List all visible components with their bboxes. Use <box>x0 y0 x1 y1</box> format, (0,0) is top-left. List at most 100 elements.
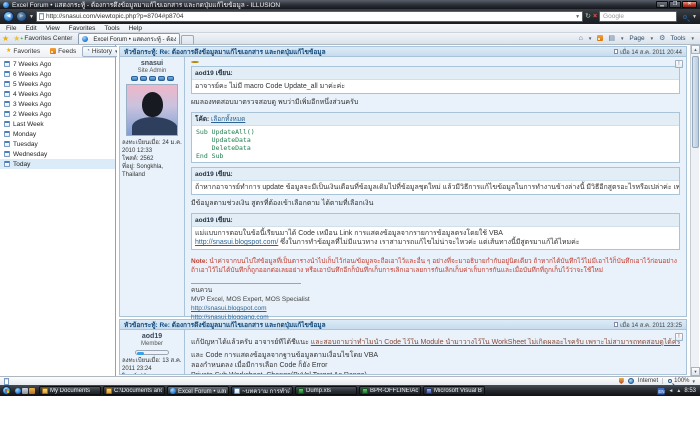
restore-button[interactable]: ❐ <box>669 1 681 8</box>
start-button[interactable] <box>2 386 11 395</box>
address-dropdown-icon[interactable]: ▼ <box>575 14 580 20</box>
calendar-icon <box>4 81 10 87</box>
page-caret-icon[interactable]: ▼ <box>650 36 654 41</box>
menu-edit[interactable]: Edit <box>25 25 36 32</box>
taskbar-button[interactable]: BPR-OFFLINE\Actua... <box>359 386 421 395</box>
search-options-caret-icon[interactable]: ▼ <box>692 14 697 20</box>
inline-link[interactable]: และสอบถามว่าทำไมนำ Code ไว้ใน Module นำม… <box>311 339 680 346</box>
favorites-center-header: ★ Favorites Feeds ◔ History ▼ ✕ <box>0 45 115 58</box>
author-username[interactable]: snasui <box>141 60 163 67</box>
post-time: เมื่อ 14 ส.ค. 2011 23:25 <box>620 320 682 330</box>
subject-label: หัวข้อกระทู้: <box>124 322 158 329</box>
author-registered: ลงทะเบียนเมื่อ: 24 ม.ค. 2010 12:33 <box>122 140 182 154</box>
search-input[interactable]: Google <box>603 13 624 20</box>
author-username[interactable]: aod19 <box>142 333 162 340</box>
menu-help[interactable]: Help <box>129 25 142 32</box>
favorites-center-icon[interactable]: ★ <box>0 34 11 44</box>
address-bar[interactable]: http://snasui.com/viewtopic.php?p=8704#p… <box>36 11 583 22</box>
refresh-icon[interactable]: ↻ <box>585 11 591 22</box>
post-line: Private Sub Worksheet_Change(ByVal Targe… <box>191 371 680 375</box>
report-post-icon[interactable]: ! <box>675 333 683 341</box>
taskbar-button[interactable]: Microsoft Visual Bas... <box>423 386 485 395</box>
post-2-author-panel: aod19 Member ลงทะเบียนเมื่อ: 13 ส.ค. 201… <box>120 330 184 375</box>
ie-icon <box>170 388 176 394</box>
page-menu-button[interactable]: Page <box>629 35 644 42</box>
taskbar-button[interactable]: ~บทความ การทำเงิน... <box>231 386 293 395</box>
history-item[interactable]: 2 Weeks Ago <box>0 109 115 119</box>
search-icon[interactable] <box>683 15 687 19</box>
quote-block: aod19 เขียน: อาจารย์คะ ไม่มี macro Code … <box>191 66 680 94</box>
home-icon[interactable]: ⌂ <box>579 35 583 42</box>
calendar-icon <box>4 151 10 157</box>
quote-text: ซึ่งในการทำข้อมูลที่ไม่มีแนวทาง เราสามาร… <box>278 239 579 246</box>
history-item[interactable]: Last Week <box>0 119 115 129</box>
quote-author: aod19 เขียน: <box>192 214 679 227</box>
close-button[interactable]: ✕ <box>682 1 697 8</box>
stop-icon[interactable]: × <box>593 11 597 22</box>
code-line: UpdateData <box>196 136 251 144</box>
scroll-down-icon[interactable]: ▼ <box>691 367 700 376</box>
vertical-scrollbar[interactable]: ▲ ▼ <box>690 45 699 376</box>
zoom-level[interactable]: 100% <box>674 378 689 384</box>
history-item[interactable]: 7 Weeks Ago <box>0 59 115 69</box>
author-location: ที่อยู่: Songkhla, Thailand <box>122 164 163 178</box>
print-caret-icon[interactable]: ▼ <box>620 36 624 41</box>
taskbar-button[interactable]: Dump.xls <box>295 386 357 395</box>
tab-feeds[interactable]: Feeds <box>46 46 80 57</box>
home-caret-icon[interactable]: ▼ <box>588 36 592 41</box>
internet-zone-globe-icon <box>628 378 634 384</box>
tools-gear-icon[interactable]: ⚙ <box>659 34 665 42</box>
zoom-caret-icon[interactable]: ▼ <box>692 379 696 384</box>
rank-stars-icon <box>130 76 175 81</box>
history-item[interactable]: 4 Weeks Ago <box>0 89 115 99</box>
history-item[interactable]: Monday <box>0 129 115 139</box>
signature-name: คนควน <box>191 287 212 294</box>
quick-launch-icon[interactable] <box>29 388 35 394</box>
search-box[interactable]: Google <box>599 11 677 22</box>
browser-tab[interactable]: Excel Forum • แสดงกระทู้ - ต้องการดึงข้อ… <box>78 33 180 44</box>
visual-basic-icon <box>426 388 432 394</box>
signature-link[interactable]: http://snasui.blogspot.com <box>191 305 267 312</box>
tools-menu-button[interactable]: Tools <box>670 35 685 42</box>
note-label: Note: <box>191 258 208 265</box>
menu-tools[interactable]: Tools <box>104 25 119 32</box>
minimize-button[interactable]: ▁ <box>656 1 668 8</box>
history-item[interactable]: Tuesday <box>0 139 115 149</box>
history-item[interactable]: 6 Weeks Ago <box>0 69 115 79</box>
address-url[interactable]: http://snasui.com/viewtopic.php?p=8704#p… <box>46 13 573 20</box>
excel-icon <box>362 388 368 394</box>
select-all-link[interactable]: เลือกทั้งหมด <box>211 116 245 123</box>
forward-button[interactable]: ▶ <box>16 11 27 22</box>
tray-volume-icon[interactable]: ▲ <box>676 387 681 395</box>
blogspot-link[interactable]: http://snasui.blogspot.com/ <box>195 239 278 246</box>
taskbar-button[interactable]: C:\Documents and ... <box>103 386 165 395</box>
history-item-today[interactable]: Today <box>0 159 115 169</box>
back-button[interactable]: ◀ <box>3 11 14 22</box>
recent-pages-caret-icon[interactable]: ▼ <box>29 14 34 20</box>
taskbar-button-active[interactable]: Excel Forum • แสด... <box>167 386 229 395</box>
menu-favorites[interactable]: Favorites <box>69 25 96 32</box>
tools-caret-icon[interactable]: ▼ <box>691 36 695 41</box>
add-favorite-icon[interactable]: ★ <box>11 34 22 44</box>
menu-view[interactable]: View <box>46 25 60 32</box>
command-bar: ⌂ ▼ ▤ ▼ Page ▼ ⚙ Tools ▼ <box>579 34 700 44</box>
language-indicator[interactable]: EN <box>657 387 665 395</box>
menu-file[interactable]: File <box>6 25 16 32</box>
quick-launch-ie-icon[interactable] <box>15 388 21 394</box>
history-item[interactable]: 3 Weeks Ago <box>0 99 115 109</box>
scrollbar-thumb[interactable] <box>692 56 699 148</box>
history-item[interactable]: Wednesday <box>0 149 115 159</box>
report-post-icon[interactable]: ! <box>675 60 683 68</box>
feeds-icon[interactable] <box>597 35 603 41</box>
new-tab-button[interactable] <box>181 35 194 44</box>
taskbar: My Documents C:\Documents and ... Excel … <box>0 385 700 396</box>
scroll-up-icon[interactable]: ▲ <box>691 45 700 54</box>
history-item[interactable]: 5 Weeks Ago <box>0 79 115 89</box>
show-desktop-icon[interactable] <box>22 388 28 394</box>
taskbar-clock[interactable]: 8:53 <box>684 388 696 394</box>
post-1: หัวข้อกระทู้: Re: ต้องการดึงข้อมูลมาแก้ไ… <box>119 46 687 317</box>
print-icon[interactable]: ▤ <box>608 34 615 42</box>
tray-hidden-icons-icon[interactable]: ◄ <box>668 387 673 395</box>
taskbar-button[interactable]: My Documents <box>39 386 101 395</box>
tab-favorites[interactable]: ★ Favorites <box>2 44 44 58</box>
